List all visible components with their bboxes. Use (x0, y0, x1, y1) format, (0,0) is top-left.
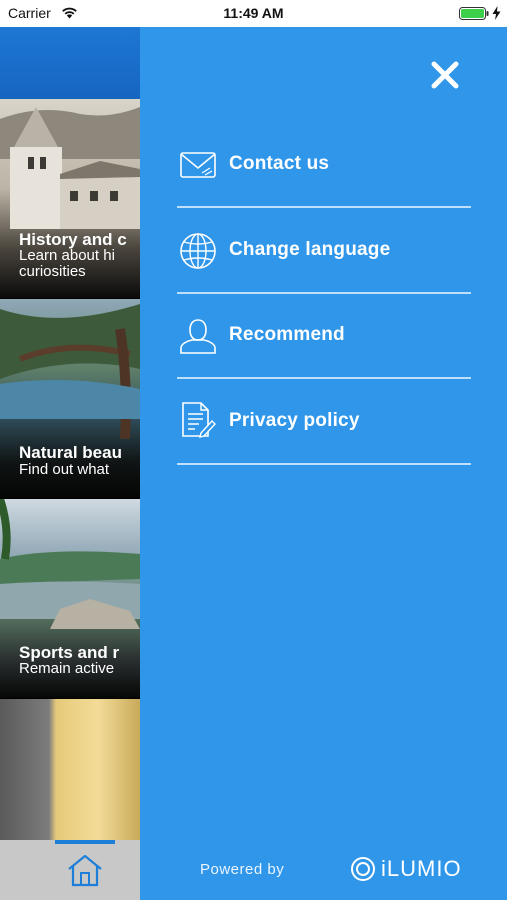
globe-icon (180, 233, 216, 269)
document-icon (182, 402, 216, 438)
menu-item-recommend[interactable]: Recommend (177, 293, 471, 379)
tree-photo (0, 304, 140, 439)
menu-item-label: Recommend (229, 324, 345, 345)
active-tab-indicator (55, 840, 115, 844)
main-screen: History and c Learn about hi curiosities … (0, 27, 140, 900)
menu-item-label: Change language (229, 239, 391, 260)
category-card-nature[interactable]: Natural beau Find out what (0, 299, 140, 498)
home-icon[interactable] (66, 853, 104, 887)
category-card-history[interactable]: History and c Learn about hi curiosities (0, 99, 140, 298)
user-icon (180, 319, 216, 354)
battery-icon (459, 7, 489, 20)
card-subtitle: Find out what (19, 461, 110, 478)
menu-item-change-language[interactable]: Change language (177, 208, 471, 294)
menu-item-label: Privacy policy (229, 410, 360, 431)
main-header (0, 27, 140, 99)
category-card-food[interactable] (0, 699, 140, 840)
envelope-icon (180, 152, 216, 178)
menu-item-contact-us[interactable]: Contact us (177, 122, 471, 208)
brand-name[interactable]: iLUMIO (381, 856, 462, 882)
ilumio-logo-icon (351, 857, 375, 881)
category-card-sports[interactable]: Sports and r Remain active (0, 499, 140, 698)
close-icon[interactable] (430, 60, 460, 90)
card-subtitle: Learn about hi curiosities (19, 247, 115, 280)
status-time: 11:49 AM (223, 5, 284, 21)
card-subtitle: Remain active (19, 660, 115, 677)
card-title: Natural beau (19, 443, 122, 462)
menu-item-privacy-policy[interactable]: Privacy policy (177, 379, 471, 465)
powered-by-label: Powered by (200, 861, 285, 878)
church-photo (0, 107, 140, 229)
tab-bar (0, 840, 140, 900)
menu-item-label: Contact us (229, 153, 330, 174)
status-bar: Carrier 11:49 AM (0, 0, 507, 27)
side-drawer: Contact us Change language Recommend Pri… (140, 27, 507, 900)
coast-photo (0, 499, 140, 629)
charging-bolt-icon (492, 6, 501, 20)
